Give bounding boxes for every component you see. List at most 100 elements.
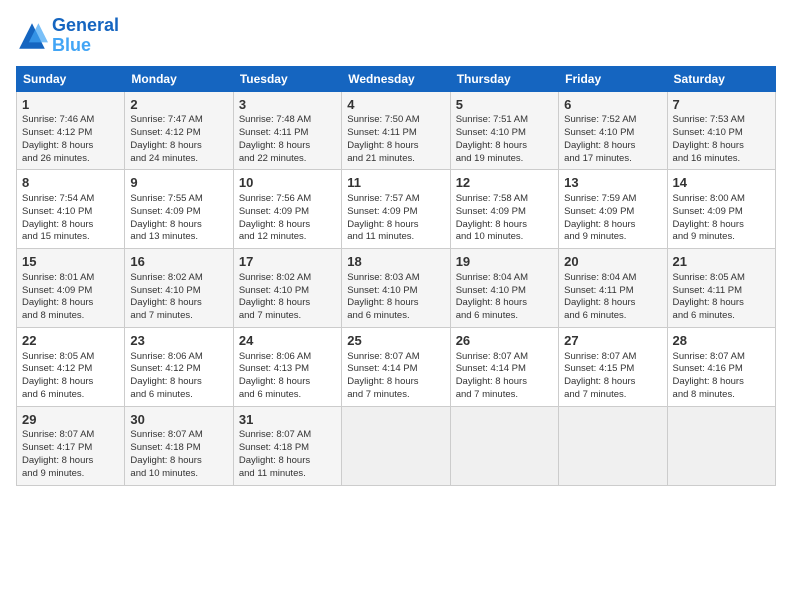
day-number: 26 bbox=[456, 332, 553, 350]
day-info: Sunrise: 8:06 AM Sunset: 4:13 PM Dayligh… bbox=[239, 351, 336, 402]
day-number: 9 bbox=[130, 174, 227, 192]
day-number: 13 bbox=[564, 174, 661, 192]
day-info: Sunrise: 8:04 AM Sunset: 4:10 PM Dayligh… bbox=[456, 272, 553, 323]
day-number: 27 bbox=[564, 332, 661, 350]
day-number: 8 bbox=[22, 174, 119, 192]
day-info: Sunrise: 8:07 AM Sunset: 4:14 PM Dayligh… bbox=[347, 351, 444, 402]
day-cell: 11Sunrise: 7:57 AM Sunset: 4:09 PM Dayli… bbox=[342, 170, 450, 249]
day-info: Sunrise: 8:00 AM Sunset: 4:09 PM Dayligh… bbox=[673, 193, 770, 244]
day-number: 5 bbox=[456, 96, 553, 114]
day-cell bbox=[559, 406, 667, 485]
day-cell: 8Sunrise: 7:54 AM Sunset: 4:10 PM Daylig… bbox=[17, 170, 125, 249]
day-info: Sunrise: 8:07 AM Sunset: 4:15 PM Dayligh… bbox=[564, 351, 661, 402]
day-number: 19 bbox=[456, 253, 553, 271]
day-info: Sunrise: 8:01 AM Sunset: 4:09 PM Dayligh… bbox=[22, 272, 119, 323]
day-number: 12 bbox=[456, 174, 553, 192]
day-number: 1 bbox=[22, 96, 119, 114]
day-cell: 7Sunrise: 7:53 AM Sunset: 4:10 PM Daylig… bbox=[667, 91, 775, 170]
day-cell: 17Sunrise: 8:02 AM Sunset: 4:10 PM Dayli… bbox=[233, 249, 341, 328]
day-number: 11 bbox=[347, 174, 444, 192]
day-cell: 4Sunrise: 7:50 AM Sunset: 4:11 PM Daylig… bbox=[342, 91, 450, 170]
day-info: Sunrise: 8:02 AM Sunset: 4:10 PM Dayligh… bbox=[130, 272, 227, 323]
day-info: Sunrise: 8:07 AM Sunset: 4:18 PM Dayligh… bbox=[130, 429, 227, 480]
day-cell: 25Sunrise: 8:07 AM Sunset: 4:14 PM Dayli… bbox=[342, 327, 450, 406]
day-cell: 28Sunrise: 8:07 AM Sunset: 4:16 PM Dayli… bbox=[667, 327, 775, 406]
day-number: 2 bbox=[130, 96, 227, 114]
day-info: Sunrise: 8:03 AM Sunset: 4:10 PM Dayligh… bbox=[347, 272, 444, 323]
week-row-2: 8Sunrise: 7:54 AM Sunset: 4:10 PM Daylig… bbox=[17, 170, 776, 249]
day-number: 29 bbox=[22, 411, 119, 429]
day-cell: 6Sunrise: 7:52 AM Sunset: 4:10 PM Daylig… bbox=[559, 91, 667, 170]
day-number: 22 bbox=[22, 332, 119, 350]
day-info: Sunrise: 8:07 AM Sunset: 4:17 PM Dayligh… bbox=[22, 429, 119, 480]
day-number: 25 bbox=[347, 332, 444, 350]
day-cell: 26Sunrise: 8:07 AM Sunset: 4:14 PM Dayli… bbox=[450, 327, 558, 406]
day-cell: 15Sunrise: 8:01 AM Sunset: 4:09 PM Dayli… bbox=[17, 249, 125, 328]
day-cell: 16Sunrise: 8:02 AM Sunset: 4:10 PM Dayli… bbox=[125, 249, 233, 328]
day-cell bbox=[667, 406, 775, 485]
day-cell: 22Sunrise: 8:05 AM Sunset: 4:12 PM Dayli… bbox=[17, 327, 125, 406]
day-number: 16 bbox=[130, 253, 227, 271]
day-number: 6 bbox=[564, 96, 661, 114]
day-cell: 2Sunrise: 7:47 AM Sunset: 4:12 PM Daylig… bbox=[125, 91, 233, 170]
logo: General Blue bbox=[16, 16, 119, 56]
day-number: 20 bbox=[564, 253, 661, 271]
day-cell: 20Sunrise: 8:04 AM Sunset: 4:11 PM Dayli… bbox=[559, 249, 667, 328]
day-number: 17 bbox=[239, 253, 336, 271]
day-info: Sunrise: 8:06 AM Sunset: 4:12 PM Dayligh… bbox=[130, 351, 227, 402]
day-cell: 27Sunrise: 8:07 AM Sunset: 4:15 PM Dayli… bbox=[559, 327, 667, 406]
day-info: Sunrise: 8:05 AM Sunset: 4:11 PM Dayligh… bbox=[673, 272, 770, 323]
day-number: 10 bbox=[239, 174, 336, 192]
day-cell: 9Sunrise: 7:55 AM Sunset: 4:09 PM Daylig… bbox=[125, 170, 233, 249]
day-number: 21 bbox=[673, 253, 770, 271]
day-cell: 24Sunrise: 8:06 AM Sunset: 4:13 PM Dayli… bbox=[233, 327, 341, 406]
day-cell: 29Sunrise: 8:07 AM Sunset: 4:17 PM Dayli… bbox=[17, 406, 125, 485]
day-number: 15 bbox=[22, 253, 119, 271]
day-info: Sunrise: 7:59 AM Sunset: 4:09 PM Dayligh… bbox=[564, 193, 661, 244]
day-info: Sunrise: 8:07 AM Sunset: 4:14 PM Dayligh… bbox=[456, 351, 553, 402]
day-info: Sunrise: 7:58 AM Sunset: 4:09 PM Dayligh… bbox=[456, 193, 553, 244]
day-number: 31 bbox=[239, 411, 336, 429]
day-number: 28 bbox=[673, 332, 770, 350]
day-number: 18 bbox=[347, 253, 444, 271]
day-info: Sunrise: 7:48 AM Sunset: 4:11 PM Dayligh… bbox=[239, 114, 336, 165]
day-cell: 3Sunrise: 7:48 AM Sunset: 4:11 PM Daylig… bbox=[233, 91, 341, 170]
day-info: Sunrise: 7:50 AM Sunset: 4:11 PM Dayligh… bbox=[347, 114, 444, 165]
logo-text: General Blue bbox=[52, 16, 119, 56]
day-cell: 30Sunrise: 8:07 AM Sunset: 4:18 PM Dayli… bbox=[125, 406, 233, 485]
day-header-thursday: Thursday bbox=[450, 66, 558, 91]
day-info: Sunrise: 7:47 AM Sunset: 4:12 PM Dayligh… bbox=[130, 114, 227, 165]
day-cell: 18Sunrise: 8:03 AM Sunset: 4:10 PM Dayli… bbox=[342, 249, 450, 328]
day-header-saturday: Saturday bbox=[667, 66, 775, 91]
header-row: SundayMondayTuesdayWednesdayThursdayFrid… bbox=[17, 66, 776, 91]
day-info: Sunrise: 7:56 AM Sunset: 4:09 PM Dayligh… bbox=[239, 193, 336, 244]
week-row-4: 22Sunrise: 8:05 AM Sunset: 4:12 PM Dayli… bbox=[17, 327, 776, 406]
day-number: 30 bbox=[130, 411, 227, 429]
day-number: 14 bbox=[673, 174, 770, 192]
day-info: Sunrise: 7:51 AM Sunset: 4:10 PM Dayligh… bbox=[456, 114, 553, 165]
day-number: 23 bbox=[130, 332, 227, 350]
day-cell bbox=[450, 406, 558, 485]
day-number: 24 bbox=[239, 332, 336, 350]
day-cell: 21Sunrise: 8:05 AM Sunset: 4:11 PM Dayli… bbox=[667, 249, 775, 328]
day-cell: 23Sunrise: 8:06 AM Sunset: 4:12 PM Dayli… bbox=[125, 327, 233, 406]
day-header-friday: Friday bbox=[559, 66, 667, 91]
day-number: 3 bbox=[239, 96, 336, 114]
logo-icon bbox=[16, 20, 48, 52]
day-cell: 12Sunrise: 7:58 AM Sunset: 4:09 PM Dayli… bbox=[450, 170, 558, 249]
day-info: Sunrise: 8:02 AM Sunset: 4:10 PM Dayligh… bbox=[239, 272, 336, 323]
day-info: Sunrise: 7:46 AM Sunset: 4:12 PM Dayligh… bbox=[22, 114, 119, 165]
day-header-tuesday: Tuesday bbox=[233, 66, 341, 91]
main-container: General Blue SundayMondayTuesdayWednesda… bbox=[0, 0, 792, 612]
day-info: Sunrise: 7:52 AM Sunset: 4:10 PM Dayligh… bbox=[564, 114, 661, 165]
day-header-wednesday: Wednesday bbox=[342, 66, 450, 91]
day-cell: 31Sunrise: 8:07 AM Sunset: 4:18 PM Dayli… bbox=[233, 406, 341, 485]
day-cell: 14Sunrise: 8:00 AM Sunset: 4:09 PM Dayli… bbox=[667, 170, 775, 249]
day-number: 7 bbox=[673, 96, 770, 114]
day-info: Sunrise: 8:04 AM Sunset: 4:11 PM Dayligh… bbox=[564, 272, 661, 323]
week-row-3: 15Sunrise: 8:01 AM Sunset: 4:09 PM Dayli… bbox=[17, 249, 776, 328]
week-row-5: 29Sunrise: 8:07 AM Sunset: 4:17 PM Dayli… bbox=[17, 406, 776, 485]
header: General Blue bbox=[16, 16, 776, 56]
day-header-sunday: Sunday bbox=[17, 66, 125, 91]
day-number: 4 bbox=[347, 96, 444, 114]
